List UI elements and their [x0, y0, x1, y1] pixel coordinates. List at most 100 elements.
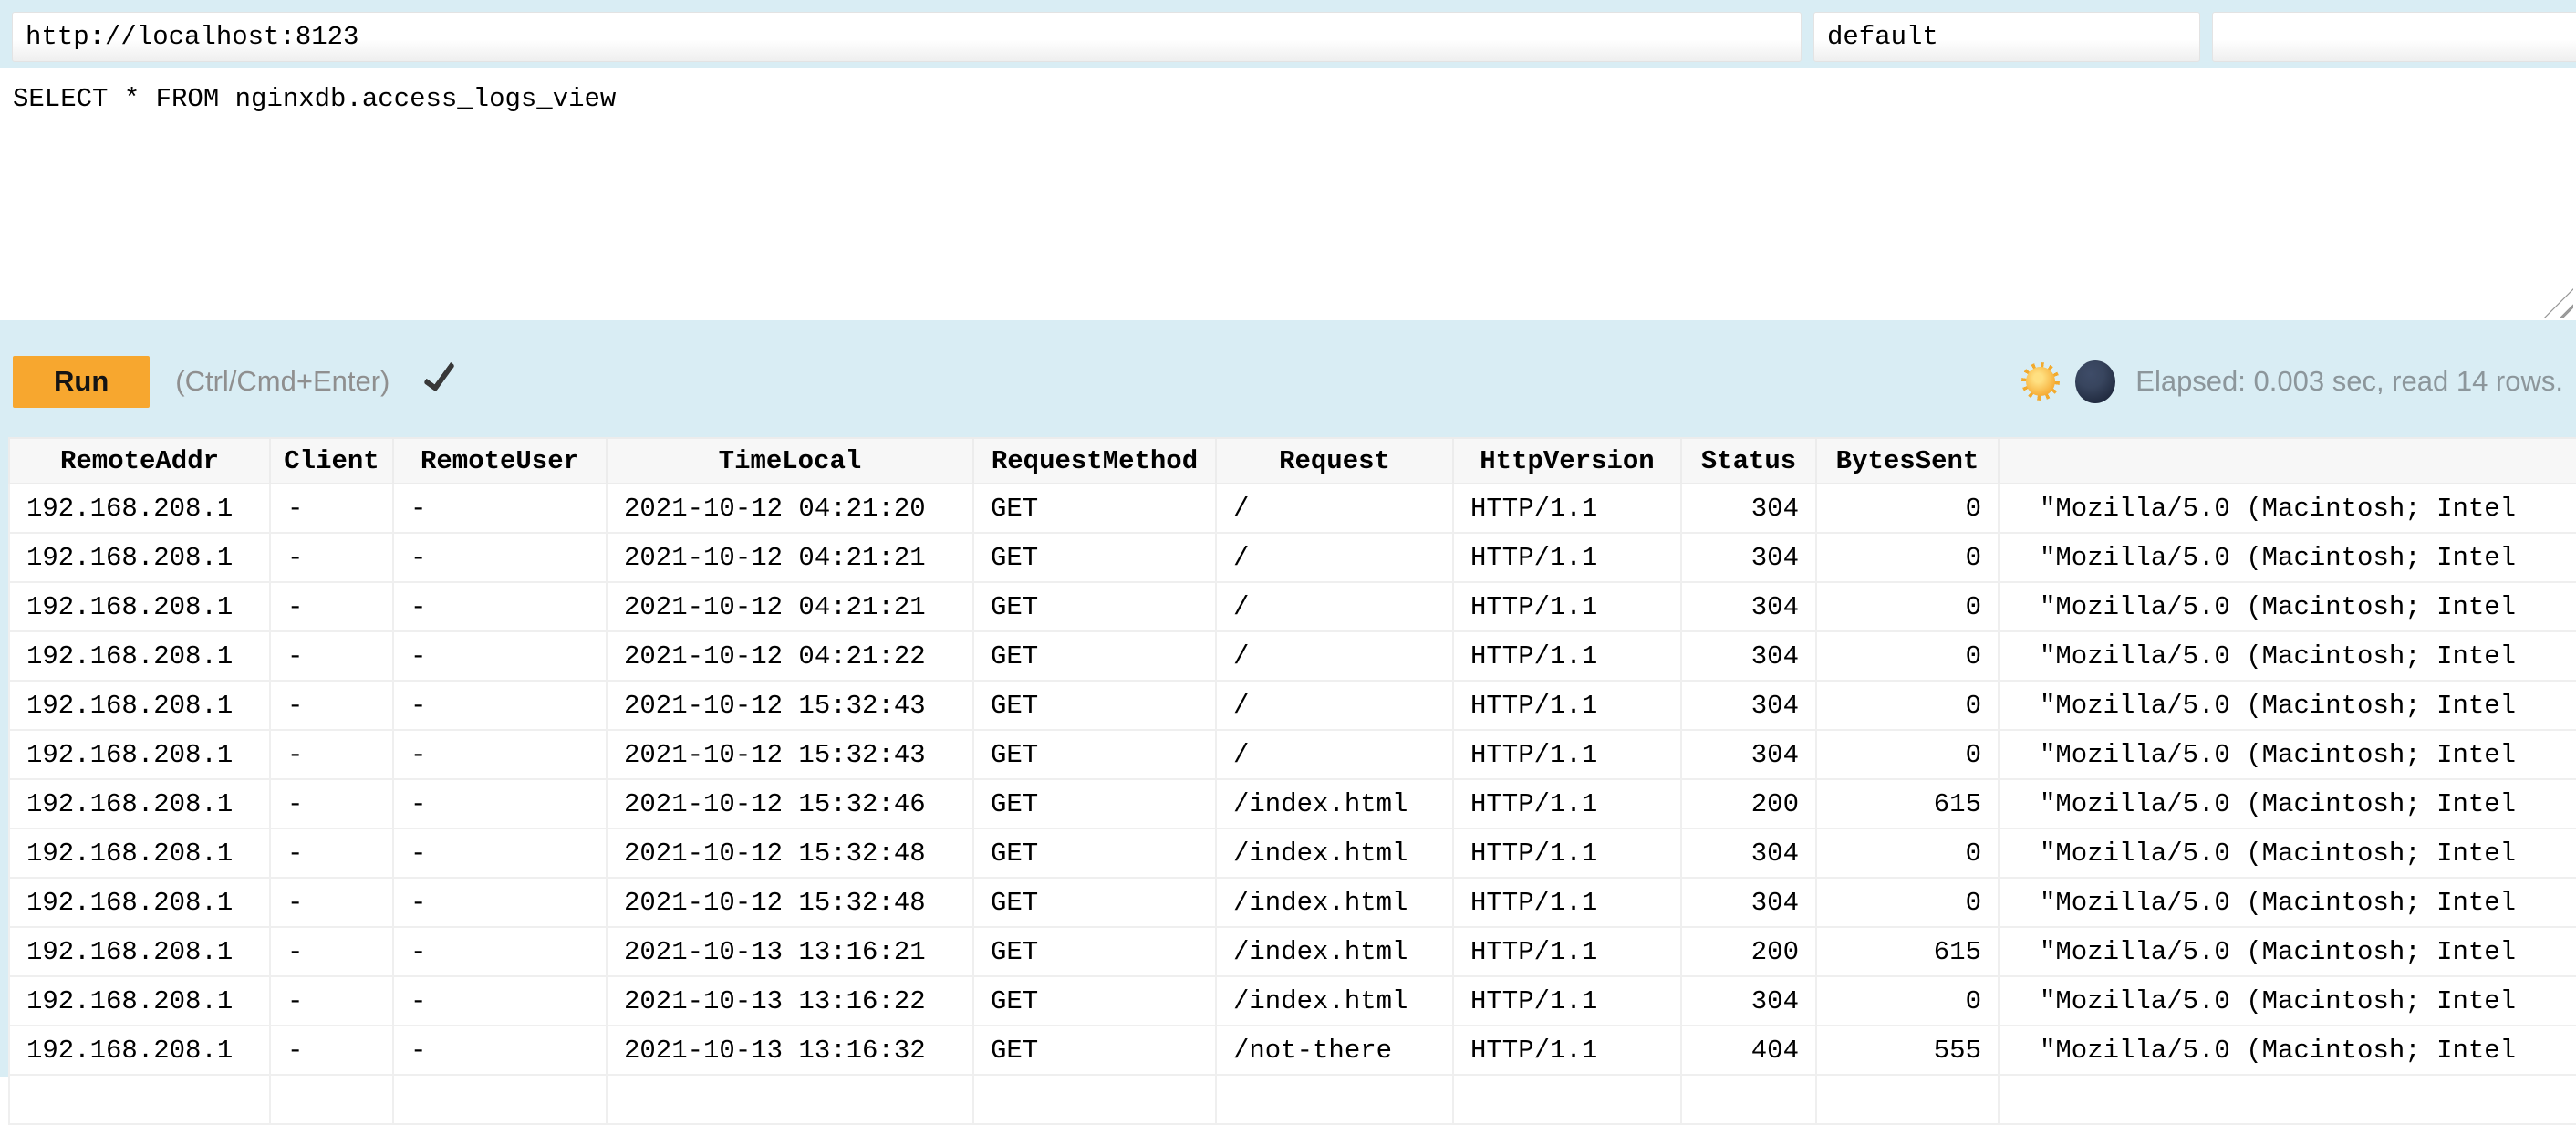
table-cell: 2021-10-12 04:21:21 — [607, 533, 973, 582]
table-cell: - — [393, 976, 607, 1026]
table-cell: 404 — [1681, 1026, 1816, 1075]
table-cell: GET — [973, 484, 1216, 533]
table-row: 192.168.208.1--2021-10-12 15:32:43GET/HT… — [9, 681, 2576, 730]
table-cell: - — [393, 484, 607, 533]
table-cell: 0 — [1816, 681, 1999, 730]
table-cell: - — [270, 681, 393, 730]
table-cell: "Mozilla/5.0 (Macintosh; Intel — [1999, 730, 2576, 779]
table-cell: 2021-10-13 13:16:22 — [607, 976, 973, 1026]
username-input[interactable] — [1813, 12, 2200, 62]
table-cell: - — [270, 976, 393, 1026]
clickhouse-play-app: SELECT * FROM nginxdb.access_logs_view R… — [0, 0, 2576, 1125]
table-cell: 304 — [1681, 730, 1816, 779]
column-header-requestmethod: RequestMethod — [973, 438, 1216, 484]
table-cell: 2021-10-12 15:32:43 — [607, 681, 973, 730]
table-cell: 192.168.208.1 — [9, 878, 270, 927]
table-cell: / — [1216, 631, 1453, 681]
server-url-input[interactable] — [12, 12, 1802, 62]
table-cell: /index.html — [1216, 828, 1453, 878]
table-cell: 615 — [1816, 779, 1999, 828]
table-cell: 304 — [1681, 533, 1816, 582]
table-cell: 0 — [1816, 976, 1999, 1026]
table-row: 192.168.208.1--2021-10-12 04:21:22GET/HT… — [9, 631, 2576, 681]
table-cell: HTTP/1.1 — [1453, 582, 1681, 631]
table-cell: "Mozilla/5.0 (Macintosh; Intel — [1999, 681, 2576, 730]
sql-query-textarea[interactable]: SELECT * FROM nginxdb.access_logs_view — [0, 68, 2576, 320]
table-cell: - — [270, 878, 393, 927]
table-row: 192.168.208.1--2021-10-12 15:32:46GET/in… — [9, 779, 2576, 828]
column-header-remoteuser: RemoteUser — [393, 438, 607, 484]
table-cell: /index.html — [1216, 779, 1453, 828]
table-cell: HTTP/1.1 — [1453, 1026, 1681, 1075]
table-cell: 304 — [1681, 828, 1816, 878]
table-cell: 200 — [1681, 927, 1816, 976]
table-cell — [9, 1075, 270, 1124]
table-cell: /index.html — [1216, 878, 1453, 927]
table-cell: - — [270, 533, 393, 582]
sun-theme-icon[interactable] — [2021, 362, 2060, 401]
table-cell: GET — [973, 1026, 1216, 1075]
column-header-bytessent: BytesSent — [1816, 438, 1999, 484]
column-header-useragent — [1999, 438, 2576, 484]
table-cell: 0 — [1816, 730, 1999, 779]
table-cell: GET — [973, 681, 1216, 730]
table-cell: /index.html — [1216, 927, 1453, 976]
table-cell: - — [393, 828, 607, 878]
table-cell: 304 — [1681, 484, 1816, 533]
table-cell — [1816, 1075, 1999, 1124]
table-cell: 0 — [1816, 828, 1999, 878]
table-row: 192.168.208.1--2021-10-12 04:21:21GET/HT… — [9, 582, 2576, 631]
table-cell: 304 — [1681, 976, 1816, 1026]
table-cell: GET — [973, 730, 1216, 779]
table-cell: 200 — [1681, 779, 1816, 828]
query-stats-text: Elapsed: 0.003 sec, read 14 rows. — [2135, 365, 2563, 398]
table-cell: - — [393, 878, 607, 927]
table-cell: "Mozilla/5.0 (Macintosh; Intel — [1999, 878, 2576, 927]
table-cell: 0 — [1816, 484, 1999, 533]
table-cell: 2021-10-12 04:21:22 — [607, 631, 973, 681]
results-area: RemoteAddrClientRemoteUserTimeLocalReque… — [8, 437, 2576, 1125]
table-row: 192.168.208.1--2021-10-12 15:32:48GET/in… — [9, 828, 2576, 878]
table-cell: - — [270, 1026, 393, 1075]
table-row-clipped — [9, 1075, 2576, 1124]
table-header-row: RemoteAddrClientRemoteUserTimeLocalReque… — [9, 438, 2576, 484]
table-cell: 192.168.208.1 — [9, 582, 270, 631]
sun-core — [2026, 367, 2055, 396]
table-cell: - — [270, 927, 393, 976]
table-cell: /index.html — [1216, 976, 1453, 1026]
table-row: 192.168.208.1--2021-10-13 13:16:32GET/no… — [9, 1026, 2576, 1075]
table-cell: "Mozilla/5.0 (Macintosh; Intel — [1999, 976, 2576, 1026]
table-cell: HTTP/1.1 — [1453, 779, 1681, 828]
column-header-timelocal: TimeLocal — [607, 438, 973, 484]
table-cell: - — [270, 484, 393, 533]
run-button[interactable]: Run — [13, 356, 150, 408]
table-cell: 192.168.208.1 — [9, 533, 270, 582]
table-cell: - — [270, 631, 393, 681]
table-cell: "Mozilla/5.0 (Macintosh; Intel — [1999, 828, 2576, 878]
table-cell — [393, 1075, 607, 1124]
table-cell: 555 — [1816, 1026, 1999, 1075]
table-cell: 192.168.208.1 — [9, 730, 270, 779]
table-cell: 192.168.208.1 — [9, 927, 270, 976]
table-cell: "Mozilla/5.0 (Macintosh; Intel — [1999, 533, 2576, 582]
table-cell: - — [270, 730, 393, 779]
table-row: 192.168.208.1--2021-10-12 04:21:21GET/HT… — [9, 533, 2576, 582]
password-input[interactable] — [2212, 12, 2576, 62]
table-cell: 304 — [1681, 631, 1816, 681]
table-cell: HTTP/1.1 — [1453, 878, 1681, 927]
table-cell: HTTP/1.1 — [1453, 976, 1681, 1026]
table-cell: 192.168.208.1 — [9, 976, 270, 1026]
table-cell: - — [393, 1026, 607, 1075]
table-cell: 2021-10-12 04:21:21 — [607, 582, 973, 631]
moon-theme-icon[interactable] — [2075, 360, 2115, 403]
table-cell: 0 — [1816, 878, 1999, 927]
column-header-request: Request — [1216, 438, 1453, 484]
table-cell: "Mozilla/5.0 (Macintosh; Intel — [1999, 484, 2576, 533]
table-cell: GET — [973, 828, 1216, 878]
table-cell: 192.168.208.1 — [9, 484, 270, 533]
column-header-remoteaddr: RemoteAddr — [9, 438, 270, 484]
table-cell: "Mozilla/5.0 (Macintosh; Intel — [1999, 779, 2576, 828]
table-cell: - — [393, 779, 607, 828]
table-cell: 2021-10-12 15:32:48 — [607, 828, 973, 878]
table-cell: GET — [973, 533, 1216, 582]
